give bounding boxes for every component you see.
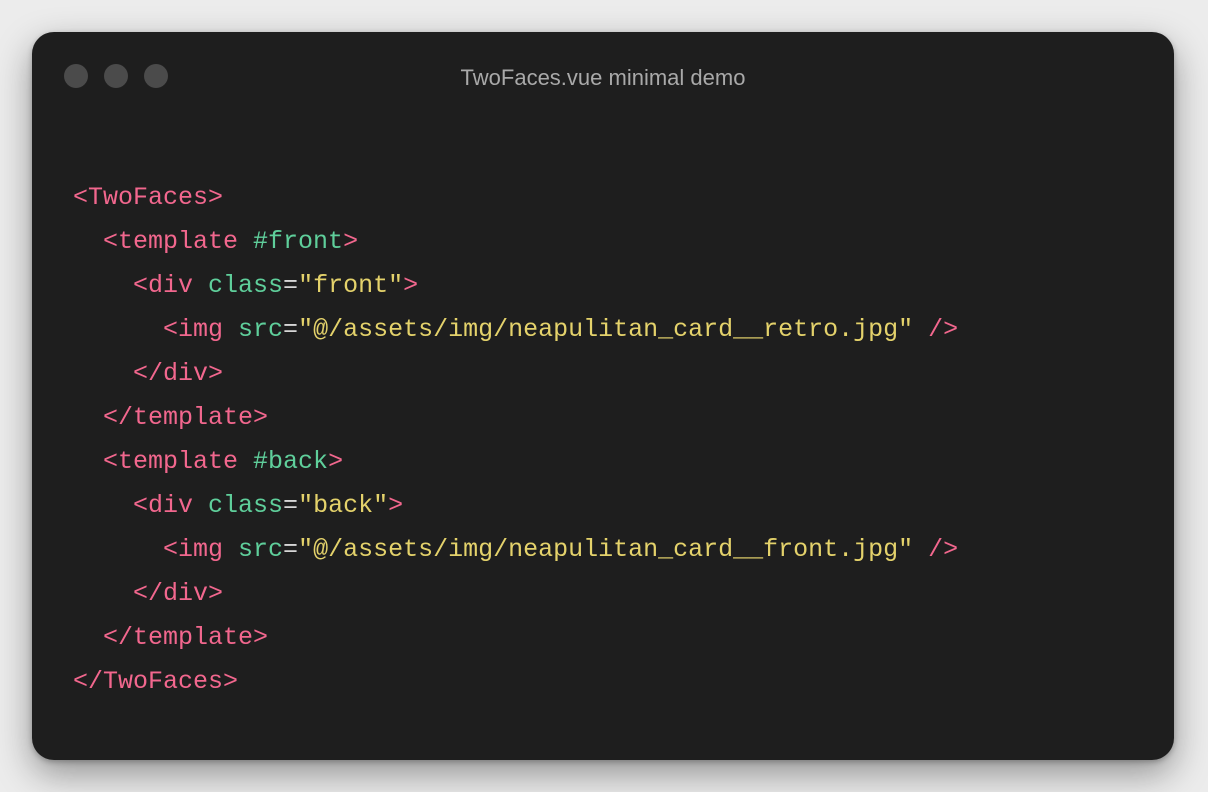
code-block: <TwoFaces> <template #front> <div class=… (73, 176, 958, 704)
code-token-punc (73, 315, 163, 344)
code-token-attr: src (238, 315, 284, 344)
code-token-tag: > (403, 271, 419, 300)
code-token-tag: </template> (103, 403, 269, 432)
code-token-punc (73, 359, 133, 388)
code-token-tag: <img (163, 315, 239, 344)
code-token-punc (73, 271, 133, 300)
code-line: <div class="back"> (73, 484, 958, 528)
code-token-tag: </TwoFaces> (73, 667, 239, 696)
code-line: <img src="@/assets/img/neapulitan_card__… (73, 308, 958, 352)
code-token-attr: #front (253, 227, 344, 256)
code-token-punc (73, 403, 103, 432)
code-line: <template #back> (73, 440, 958, 484)
title-bar: TwoFaces.vue minimal demo (32, 32, 1174, 122)
code-token-str: "front" (298, 271, 404, 300)
code-token-punc (73, 227, 103, 256)
code-token-tag: </div> (133, 359, 224, 388)
code-token-tag: <img (163, 535, 239, 564)
code-line: <img src="@/assets/img/neapulitan_card__… (73, 528, 958, 572)
code-token-tag: <TwoFaces> (73, 183, 224, 212)
code-token-punc (73, 447, 103, 476)
code-token-attr: #back (253, 447, 329, 476)
code-line: <TwoFaces> (73, 176, 958, 220)
code-token-tag: <div (133, 491, 209, 520)
code-line: </template> (73, 396, 958, 440)
code-token-tag: <template (103, 447, 254, 476)
code-token-attr: class (208, 271, 284, 300)
code-token-punc: = (283, 271, 299, 300)
code-token-str: "@/assets/img/neapulitan_card__retro.jpg… (298, 315, 914, 344)
code-token-punc: = (283, 535, 299, 564)
code-window: TwoFaces.vue minimal demo <TwoFaces> <te… (32, 32, 1174, 760)
code-line: </div> (73, 352, 958, 396)
code-token-tag: /> (913, 315, 959, 344)
code-token-punc (73, 491, 133, 520)
code-token-tag: /> (913, 535, 959, 564)
code-token-punc: = (283, 491, 299, 520)
code-token-str: "back" (298, 491, 389, 520)
code-token-attr: class (208, 491, 284, 520)
window-title: TwoFaces.vue minimal demo (460, 65, 746, 90)
code-token-tag: </template> (103, 623, 269, 652)
code-line: <div class="front"> (73, 264, 958, 308)
code-token-attr: src (238, 535, 284, 564)
code-line: </TwoFaces> (73, 660, 958, 704)
code-token-tag: > (328, 447, 344, 476)
code-token-punc (73, 535, 163, 564)
code-line: </div> (73, 572, 958, 616)
code-token-tag: <template (103, 227, 254, 256)
code-token-tag: > (388, 491, 404, 520)
code-token-punc (73, 623, 103, 652)
code-line: </template> (73, 616, 958, 660)
code-token-punc: = (283, 315, 299, 344)
code-line: <template #front> (73, 220, 958, 264)
code-token-tag: <div (133, 271, 209, 300)
code-token-tag: > (343, 227, 359, 256)
code-token-punc (73, 579, 133, 608)
code-token-str: "@/assets/img/neapulitan_card__front.jpg… (298, 535, 914, 564)
code-token-tag: </div> (133, 579, 224, 608)
